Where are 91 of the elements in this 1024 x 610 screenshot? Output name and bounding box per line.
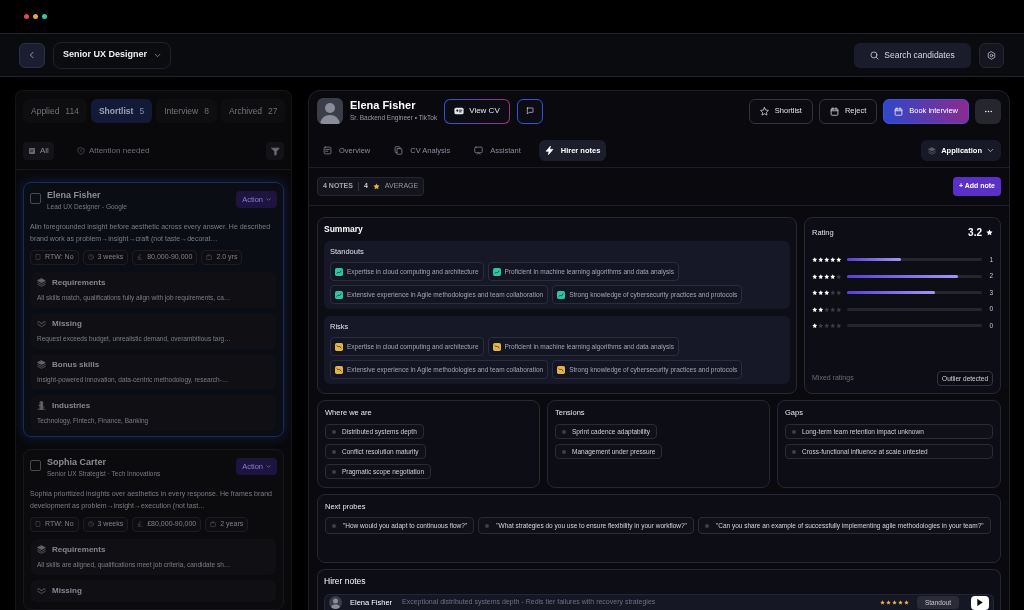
trend-up-icon xyxy=(557,290,566,299)
bullet-icon xyxy=(332,469,336,474)
pipeline-tab[interactable]: Shortlist 5 xyxy=(90,99,153,123)
layers-icon xyxy=(37,278,46,288)
pound-icon xyxy=(137,254,144,261)
filter-button[interactable] xyxy=(266,142,284,160)
bullet-icon xyxy=(792,429,796,434)
calendar-icon xyxy=(894,106,904,116)
more-icon xyxy=(983,109,993,113)
pound-icon xyxy=(137,521,144,527)
briefcase-icon xyxy=(210,521,217,527)
section-title: Bonus skills xyxy=(52,359,100,370)
bullet-icon xyxy=(485,523,490,528)
candidate-card[interactable] xyxy=(23,448,284,610)
rating-score: 3.2 xyxy=(968,226,982,240)
star-icon xyxy=(759,106,769,116)
trend-down-icon xyxy=(492,342,501,351)
bullet-icon xyxy=(332,429,336,434)
settings-button[interactable] xyxy=(979,42,1004,68)
caret-icon xyxy=(266,463,271,469)
clock-icon xyxy=(87,521,94,527)
double-chevron-icon xyxy=(37,319,46,329)
document-icon xyxy=(323,146,332,155)
id-card-icon xyxy=(454,107,465,115)
shield-icon xyxy=(76,147,85,155)
trend-up-icon xyxy=(492,267,501,276)
pipeline-tab[interactable]: Archived 27 xyxy=(220,99,286,123)
calendar-icon xyxy=(829,106,839,116)
section-title: Missing xyxy=(52,318,82,329)
chevron-down-icon xyxy=(154,51,162,59)
card-title: Hirer notes xyxy=(324,576,367,586)
document-icon xyxy=(35,521,41,527)
layers-icon xyxy=(928,146,937,155)
window-maximize-icon xyxy=(42,14,47,19)
search-icon xyxy=(870,50,880,60)
section-title: Industries xyxy=(52,400,91,411)
caret-icon xyxy=(266,197,271,202)
section-title: Missing xyxy=(52,585,82,596)
document-icon xyxy=(35,254,41,261)
bullet-icon xyxy=(332,449,336,454)
bullet-icon xyxy=(562,429,566,434)
avatar-placeholder xyxy=(317,98,343,124)
bullet-icon xyxy=(704,523,709,528)
layers-icon xyxy=(37,545,46,554)
message-icon xyxy=(525,107,534,115)
chevron-down-icon xyxy=(987,147,994,154)
card-title: Summary xyxy=(324,224,364,235)
section-title: Requirements xyxy=(52,544,106,555)
briefcase-icon xyxy=(206,254,213,261)
trend-down-icon xyxy=(557,365,566,374)
play-icon xyxy=(977,599,983,606)
trend-up-icon xyxy=(335,290,343,299)
settings-icon xyxy=(987,50,996,60)
layers-icon xyxy=(37,360,46,370)
bullet-icon xyxy=(562,449,566,454)
trend-down-icon xyxy=(335,365,343,374)
bullet-icon xyxy=(792,449,796,454)
pipeline-tab[interactable]: Interview 8 xyxy=(156,99,217,123)
chevron-left-icon xyxy=(28,51,36,59)
trend-down-icon xyxy=(335,342,343,351)
screen-icon xyxy=(474,146,484,155)
candidate-name: Elena Fisher xyxy=(47,190,102,201)
tower-icon xyxy=(37,401,46,411)
avatar-placeholder xyxy=(329,596,342,609)
checkbox[interactable] xyxy=(30,459,41,471)
section-title: Requirements xyxy=(52,277,106,288)
play-button[interactable] xyxy=(971,595,989,610)
search-button[interactable]: Search candidates xyxy=(854,42,971,68)
star-icon xyxy=(986,229,993,236)
view-cv-button[interactable]: View CV xyxy=(444,98,510,124)
double-chevron-icon xyxy=(37,586,46,595)
bullet-icon xyxy=(332,523,336,528)
star-icon xyxy=(372,183,380,190)
window-minimize-icon xyxy=(33,14,38,19)
clock-icon xyxy=(87,254,94,261)
window-close-icon xyxy=(24,14,29,19)
checkbox[interactable] xyxy=(30,193,41,204)
filter-icon xyxy=(270,146,280,156)
filter-chip[interactable]: All xyxy=(23,142,54,160)
candidate-card[interactable] xyxy=(23,182,284,437)
trend-up-icon xyxy=(335,267,343,276)
copy-icon xyxy=(394,146,404,155)
candidate-name: Elena Fisher xyxy=(350,99,417,112)
list-icon xyxy=(28,147,36,155)
lightning-icon xyxy=(544,146,554,155)
back-button[interactable] xyxy=(19,42,45,68)
candidate-name: Sophia Carter xyxy=(47,456,107,468)
message-button[interactable] xyxy=(516,98,543,124)
job-selector[interactable]: Senior UX Designer xyxy=(53,41,172,69)
filter-chip[interactable]: Attention needed xyxy=(71,142,155,160)
pipeline-tab[interactable]: Applied 114 xyxy=(23,99,87,123)
